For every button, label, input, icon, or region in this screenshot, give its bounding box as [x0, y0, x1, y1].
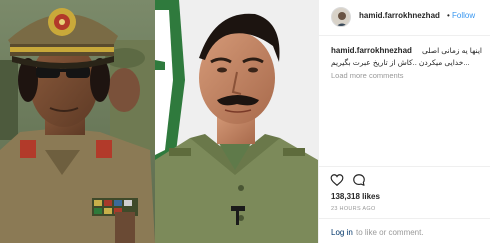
avatar-image — [332, 8, 350, 26]
instagram-post: hamid.farrokhnezhad • Follow hamid.farro… — [0, 0, 490, 243]
header-separator: • — [447, 11, 450, 20]
heart-icon[interactable] — [330, 173, 344, 187]
login-prompt-text: to like or comment. — [356, 228, 424, 237]
photo-left-officer-portrait — [0, 0, 155, 243]
likes-count[interactable]: 138,318 likes — [331, 192, 380, 201]
post-actions — [319, 166, 490, 188]
caption-text-line-1: اینها یه زمانی اصلی — [422, 46, 482, 55]
photo-right-officer-portrait — [155, 0, 318, 243]
post-sidebar: hamid.farrokhnezhad • Follow hamid.farro… — [318, 0, 490, 243]
post-header: hamid.farrokhnezhad • Follow — [319, 0, 490, 36]
follow-button[interactable]: Follow — [452, 11, 475, 20]
login-prompt: Log in to like or comment. — [319, 218, 490, 243]
post-media[interactable] — [0, 0, 318, 243]
profile-avatar[interactable] — [331, 7, 351, 27]
caption-text-line-2: ...خدایی میکردن ..کاش از تاریخ عبرت بگیر… — [331, 58, 470, 67]
comment-icon[interactable] — [352, 173, 366, 187]
login-link[interactable]: Log in — [331, 228, 353, 237]
load-more-comments-link[interactable]: Load more comments — [331, 71, 404, 80]
header-username-link[interactable]: hamid.farrokhnezhad — [359, 11, 440, 20]
post-timestamp[interactable]: 23 HOURS AGO — [331, 206, 376, 212]
caption-username-link[interactable]: hamid.farrokhnezhad — [331, 46, 412, 55]
